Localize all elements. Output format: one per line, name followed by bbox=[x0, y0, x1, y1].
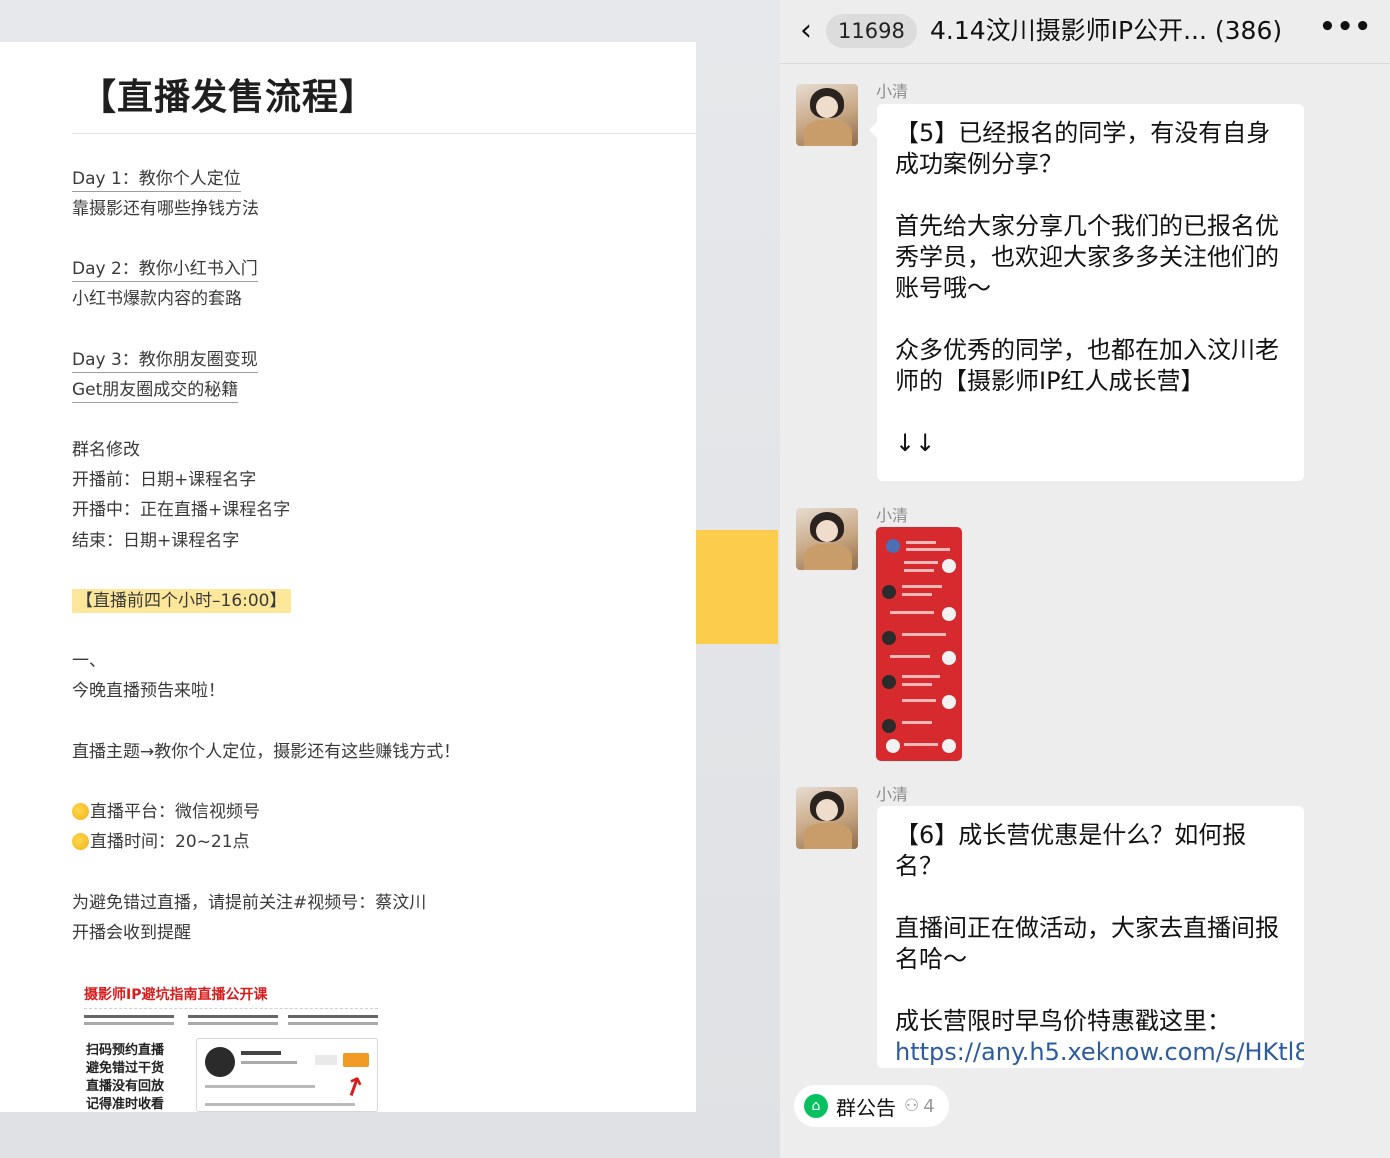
doc-line: 小红书爆款内容的套路 bbox=[72, 289, 242, 309]
person-icon: ⚇ bbox=[904, 1096, 920, 1116]
doc-highlight-line: 【直播前四个小时–16:00】 bbox=[72, 586, 291, 613]
message-bubble[interactable]: 【5】已经报名的同学，有没有自身成功案例分享？ 首先给大家分享几个我们的已报名优… bbox=[869, 104, 1304, 481]
smile-emoji-icon bbox=[72, 803, 89, 820]
announcement-label: 群公告 bbox=[836, 1095, 896, 1120]
member-count: 4 bbox=[923, 1095, 935, 1117]
doc-line: 开播中：正在直播+课程名字 bbox=[72, 500, 291, 520]
doc-line: 开播前：日期+课程名字 bbox=[72, 470, 257, 490]
doc-line: 群名修改 bbox=[72, 440, 140, 460]
more-icon[interactable]: ••• bbox=[1319, 12, 1372, 42]
accent-block bbox=[696, 530, 778, 644]
chat-header: ‹ 11698 4.14汶川摄影师IP公开... (386) ••• bbox=[780, 0, 1390, 64]
doc-line: Day 2：教你小红书入门 bbox=[72, 254, 258, 282]
doc-line: 一、 bbox=[72, 651, 106, 671]
doc-line: 靠摄影还有哪些挣钱方法 bbox=[72, 199, 259, 219]
doc-line: Get朋友圈成交的秘籍 bbox=[72, 375, 239, 403]
sender-name: 小清 bbox=[876, 785, 909, 804]
chat-title: 4.14汶川摄影师IP公开... (386) bbox=[930, 16, 1283, 45]
document-page: 【直播发售流程】 Day 1：教你个人定位 靠摄影还有哪些挣钱方法 Day 2：… bbox=[0, 42, 696, 1112]
arrow-up-icon: ↑ bbox=[338, 1070, 370, 1106]
doc-line: 直播主题→教你个人定位，摄影还有这些赚钱方式！ bbox=[72, 742, 461, 762]
doc-line: 结束：日期+课程名字 bbox=[72, 531, 240, 551]
message-text: 【5】已经报名的同学，有没有自身成功案例分享？ 首先给大家分享几个我们的已报名优… bbox=[895, 119, 1279, 457]
channel-avatar bbox=[205, 1047, 235, 1077]
divider bbox=[72, 133, 696, 134]
chevron-left-icon[interactable]: ‹ bbox=[800, 14, 812, 48]
smile-emoji-icon bbox=[72, 833, 89, 850]
group-announcement-button[interactable]: ⌂ 群公告 ⚇ 4 bbox=[794, 1085, 949, 1127]
chat-panel: ‹ 11698 4.14汶川摄影师IP公开... (386) ••• 小清 【5… bbox=[780, 0, 1390, 1158]
doc-line: Day 1：教你个人定位 bbox=[72, 164, 241, 192]
doc-line: 开播会收到提醒 bbox=[72, 923, 191, 943]
image-message[interactable] bbox=[876, 527, 962, 761]
doc-line: 直播时间：20~21点 bbox=[72, 827, 250, 852]
announcement-icon: ⌂ bbox=[804, 1094, 828, 1118]
poster-title: 摄影师IP避坑指南直播公开课 bbox=[84, 987, 268, 1003]
sender-name: 小清 bbox=[876, 506, 909, 525]
doc-line: 直播平台：微信视频号 bbox=[72, 797, 260, 822]
doc-line: 为避免错过直播，请提前关注#视频号：蔡汶川 bbox=[72, 893, 427, 913]
poster-day-list bbox=[84, 1008, 378, 1030]
unread-count-badge[interactable]: 11698 bbox=[826, 14, 917, 48]
avatar[interactable] bbox=[796, 508, 858, 570]
avatar[interactable] bbox=[796, 787, 858, 849]
doc-line: 今晚直播预告来啦！ bbox=[72, 681, 225, 701]
message-bubble[interactable]: 【6】成长营优惠是什么？如何报名？ 直播间正在做活动，大家去直播间报名哈～ 成长… bbox=[877, 806, 1304, 1068]
poster-channel-card: ↑ bbox=[196, 1038, 378, 1112]
message-text: 【6】成长营优惠是什么？如何报名？ 直播间正在做活动，大家去直播间报名哈～ 成长… bbox=[895, 820, 1304, 1068]
doc-title: 【直播发售流程】 bbox=[80, 77, 377, 118]
avatar[interactable] bbox=[796, 84, 858, 146]
sender-name: 小清 bbox=[876, 82, 909, 101]
poster-image: 摄影师IP避坑指南直播公开课 扫码预约直播 避免错过干货 直播没有回放 记得准时… bbox=[76, 978, 386, 1112]
poster-callout: 扫码预约直播 避免错过干货 直播没有回放 记得准时收看 bbox=[86, 1043, 165, 1112]
signup-link[interactable]: https://any.h5.xeknow.com/s/HKtl8 bbox=[895, 1038, 1304, 1066]
doc-line: Day 3：教你朋友圈变现 bbox=[72, 345, 258, 373]
